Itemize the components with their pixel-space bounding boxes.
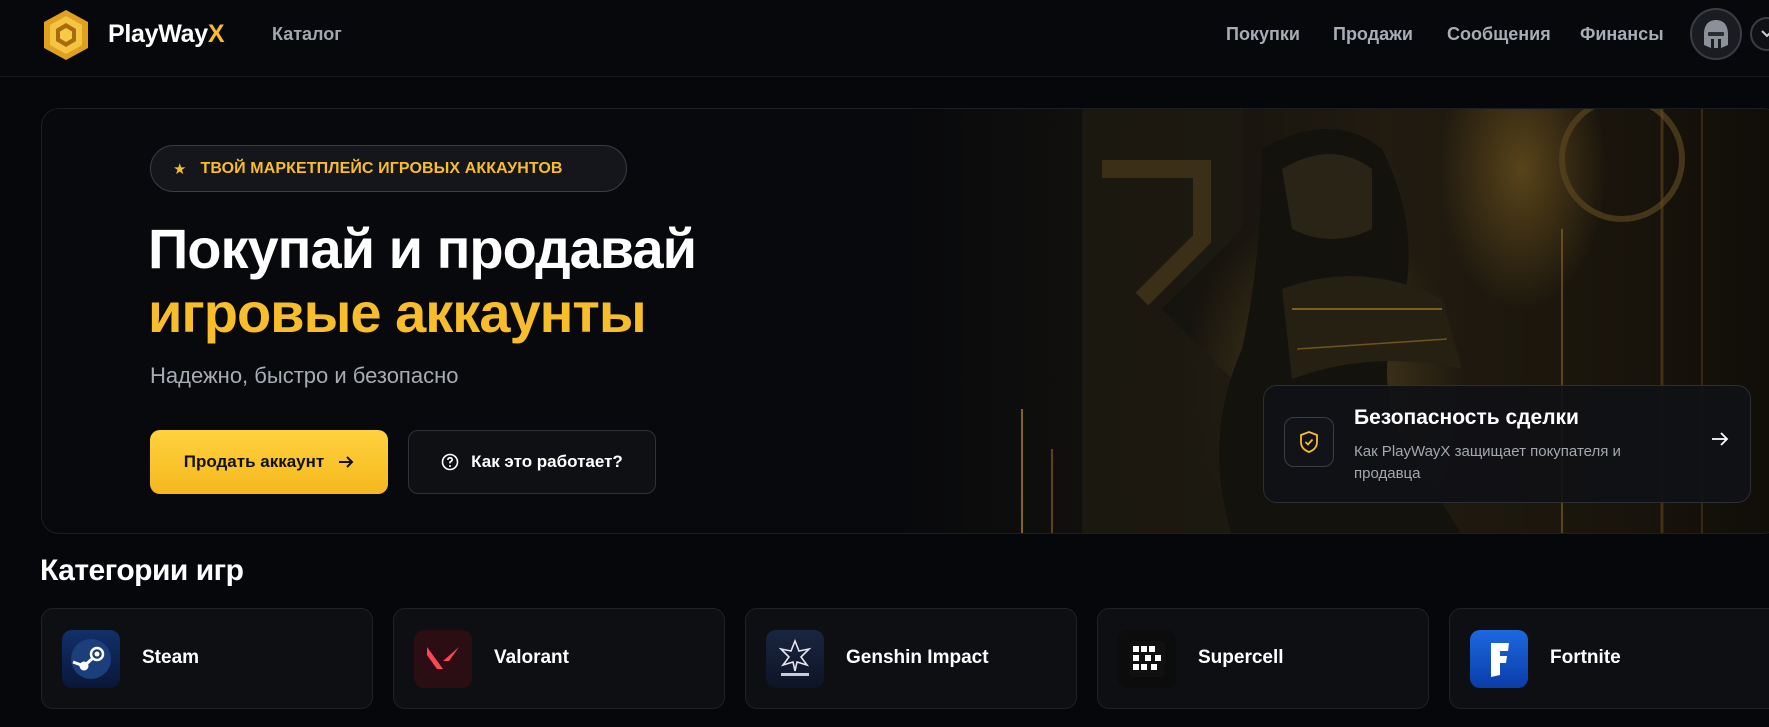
category-name: Genshin Impact: [846, 647, 989, 668]
hero-title: Покупай и продавай игровые аккаунты: [148, 217, 697, 345]
category-valorant[interactable]: Valorant: [393, 608, 725, 709]
category-steam[interactable]: Steam: [41, 608, 373, 709]
sell-account-label: Продать аккаунт: [183, 452, 325, 471]
star-icon: ★: [173, 160, 187, 178]
user-avatar[interactable]: [1690, 8, 1742, 60]
helmet-icon: [1704, 20, 1728, 48]
how-it-works-label: Как это работает?: [471, 452, 623, 471]
category-name: Valorant: [494, 647, 569, 668]
steam-icon: [62, 630, 120, 688]
question-circle-icon: [441, 453, 459, 471]
hero-banner: ★ ТВОЙ МАРКЕТПЛЕЙС ИГРОВЫХ АККАУНТОВ Пок…: [41, 108, 1769, 534]
genshin-impact-icon: [766, 630, 824, 688]
deal-safety-description: Как PlayWayX защищает покупателя и прода…: [1354, 443, 1621, 482]
nav-messages[interactable]: Сообщения: [1447, 24, 1551, 45]
category-supercell[interactable]: Supercell: [1097, 608, 1429, 709]
hero-subtitle: Надежно, быстро и безопасно: [150, 363, 459, 388]
nav-purchases[interactable]: Покупки: [1226, 24, 1300, 45]
category-name: Fortnite: [1550, 647, 1621, 668]
top-header: PlayWayX Каталог Покупки Продажи Сообщен…: [0, 0, 1769, 77]
badge-text: ТВОЙ МАРКЕТПЛЕЙС ИГРОВЫХ АККАУНТОВ: [200, 159, 563, 177]
supercell-icon: [1118, 630, 1176, 688]
shield-check-icon: [1284, 417, 1334, 467]
sell-account-button[interactable]: Продать аккаунт: [150, 430, 388, 494]
arrow-right-icon: [1711, 431, 1729, 452]
categories-title: Категории игр: [40, 554, 244, 587]
category-fortnite[interactable]: Fortnite: [1449, 608, 1769, 709]
fortnite-icon: [1470, 630, 1528, 688]
arrow-right-icon: [339, 456, 354, 468]
category-genshin[interactable]: Genshin Impact: [745, 608, 1077, 709]
category-name: Supercell: [1198, 647, 1284, 668]
nav-finance[interactable]: Финансы: [1580, 24, 1664, 45]
deal-safety-title: Безопасность сделки: [1354, 406, 1579, 429]
nav-catalog[interactable]: Каталог: [272, 24, 342, 45]
playwayx-logo-icon[interactable]: [42, 8, 90, 62]
chevron-down-icon: [1761, 30, 1769, 38]
brand-name[interactable]: PlayWayX: [108, 20, 224, 49]
nav-sales[interactable]: Продажи: [1333, 24, 1413, 45]
deal-safety-card[interactable]: Безопасность сделки Как PlayWayX защищае…: [1263, 385, 1751, 503]
how-it-works-button[interactable]: Как это работает?: [408, 430, 656, 494]
hero-title-line-1: Покупай и продавай: [148, 217, 697, 280]
account-menu-toggle[interactable]: [1750, 17, 1769, 51]
hero-title-line-2: игровые аккаунты: [148, 281, 647, 344]
category-name: Steam: [142, 647, 200, 668]
valorant-icon: [414, 630, 472, 688]
marketplace-badge: ★ ТВОЙ МАРКЕТПЛЕЙС ИГРОВЫХ АККАУНТОВ: [150, 145, 627, 192]
